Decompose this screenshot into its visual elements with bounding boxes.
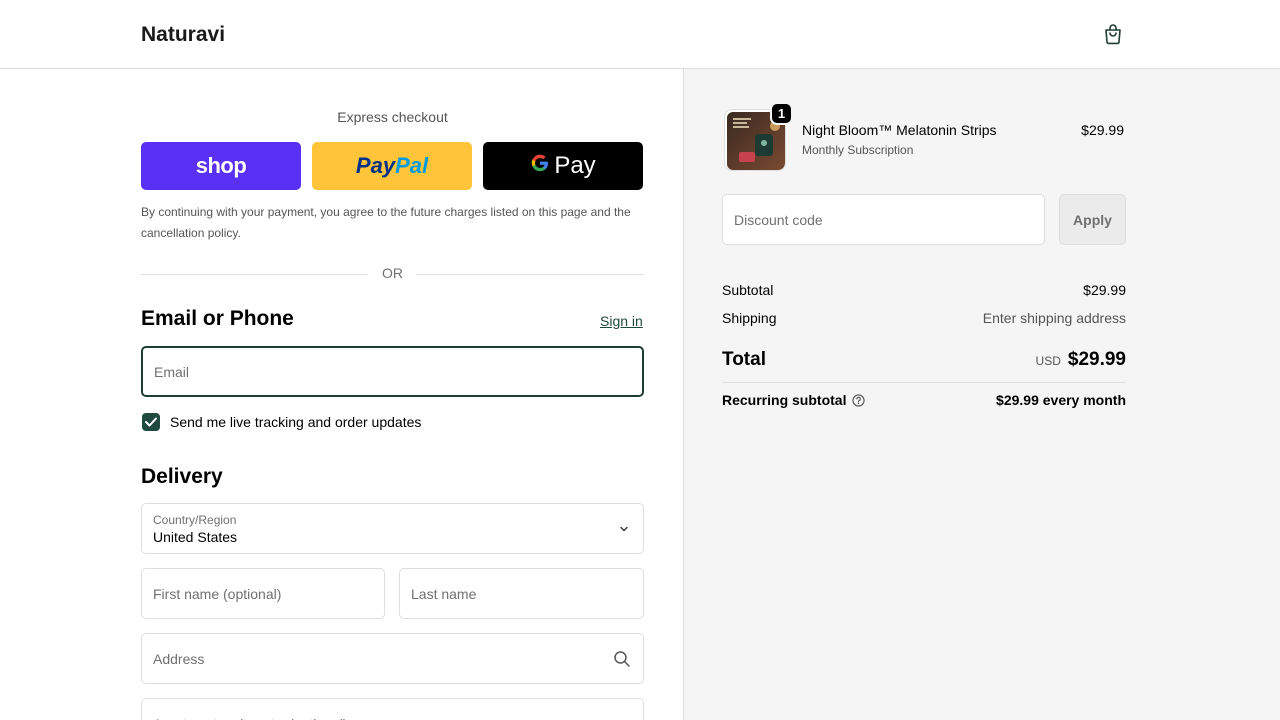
sign-in-link[interactable]: Sign in xyxy=(600,313,643,329)
shop-pay-button[interactable]: shop xyxy=(141,142,301,190)
paypal-label-part1: Pay xyxy=(355,153,396,178)
total-row: Total USD $29.99 xyxy=(722,349,1126,373)
email-field[interactable] xyxy=(141,346,644,397)
chevron-down-icon xyxy=(620,526,628,532)
order-updates-label: Send me live tracking and order updates xyxy=(170,414,422,430)
order-updates-checkbox[interactable] xyxy=(142,413,160,431)
subtotal-row: Subtotal $29.99 xyxy=(722,282,1126,298)
total-label: Total xyxy=(722,349,766,370)
apply-discount-button[interactable]: Apply xyxy=(1059,194,1126,245)
order-updates-option[interactable]: Send me live tracking and order updates xyxy=(142,413,421,431)
subtotal-label: Subtotal xyxy=(722,282,774,298)
address-field[interactable] xyxy=(141,633,644,684)
brand-logo[interactable]: Naturavi xyxy=(141,23,225,47)
google-g-icon xyxy=(530,152,550,180)
product-name: Night Bloom™ Melatonin Strips xyxy=(802,122,997,138)
apartment-input[interactable] xyxy=(142,699,643,720)
paypal-label-part2: Pal xyxy=(395,153,429,178)
summary-divider xyxy=(722,382,1126,383)
recurring-row: Recurring subtotal $29.99 every month xyxy=(722,392,1126,408)
contact-title: Email or Phone xyxy=(141,307,294,330)
address-input[interactable] xyxy=(142,634,643,683)
search-icon xyxy=(614,651,630,667)
shopping-bag-icon[interactable] xyxy=(1101,22,1125,46)
country-label: Country/Region xyxy=(153,513,237,527)
first-name-field[interactable] xyxy=(141,568,385,619)
country-value: United States xyxy=(153,529,238,545)
shop-pay-label: shop xyxy=(195,153,247,178)
google-pay-label: Pay xyxy=(554,152,596,179)
last-name-input[interactable] xyxy=(400,569,643,618)
product-price: $29.99 xyxy=(1081,122,1124,138)
shipping-value: Enter shipping address xyxy=(982,310,1126,326)
first-name-input[interactable] xyxy=(142,569,384,618)
payment-terms: By continuing with your payment, you agr… xyxy=(141,205,631,240)
or-text: OR xyxy=(382,265,403,281)
google-pay-button[interactable]: Pay xyxy=(483,142,643,190)
quantity-badge: 1 xyxy=(770,102,793,125)
header: Naturavi xyxy=(0,0,1280,69)
shipping-row: Shipping Enter shipping address xyxy=(722,310,1126,326)
help-icon[interactable] xyxy=(852,394,866,407)
recurring-label: Recurring subtotal xyxy=(722,392,847,408)
country-select[interactable]: Country/Region United States xyxy=(141,503,644,554)
discount-input[interactable] xyxy=(723,195,1044,244)
shipping-label: Shipping xyxy=(722,310,777,326)
email-input[interactable] xyxy=(143,348,642,395)
total-value: $29.99 xyxy=(1067,349,1126,370)
subtotal-value: $29.99 xyxy=(1083,282,1126,298)
checkout-form: Express checkout shop Pay Pal Pay By cont… xyxy=(0,69,683,720)
checkmark-icon xyxy=(145,417,157,427)
last-name-field[interactable] xyxy=(399,568,644,619)
express-checkout-label: Express checkout xyxy=(337,109,448,125)
discount-field[interactable] xyxy=(722,194,1045,245)
order-summary: 1 Night Bloom™ Melatonin Strips Monthly … xyxy=(683,69,1280,720)
apartment-field[interactable] xyxy=(141,698,644,720)
paypal-button[interactable]: Pay Pal xyxy=(312,142,472,190)
currency-code: USD xyxy=(1035,354,1061,368)
recurring-value: $29.99 every month xyxy=(996,392,1126,408)
delivery-title: Delivery xyxy=(141,465,223,488)
or-divider: OR xyxy=(141,265,644,283)
product-subscription: Monthly Subscription xyxy=(802,143,914,157)
